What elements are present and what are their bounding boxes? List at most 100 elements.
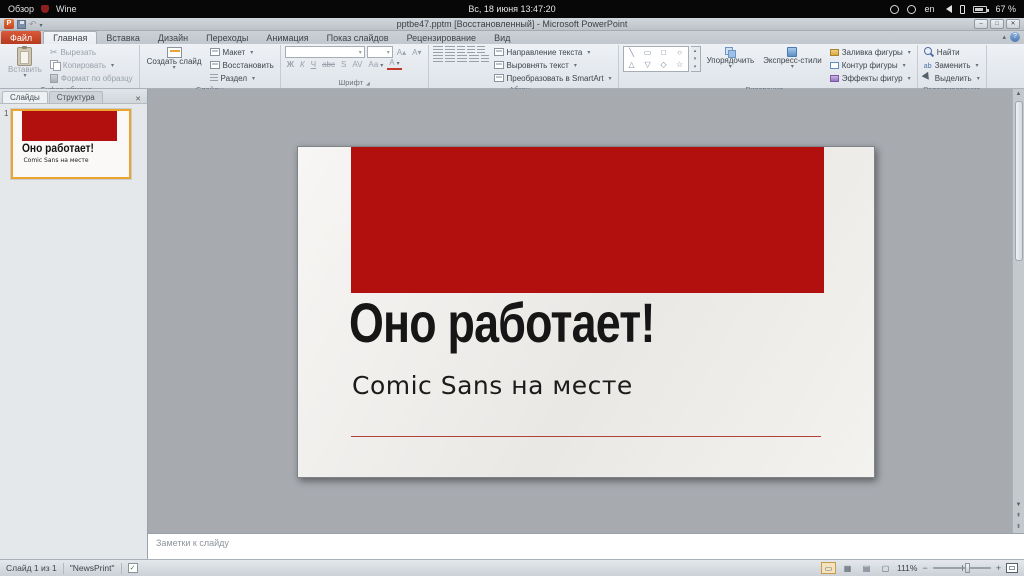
theme-name[interactable]: "NewsPrint" bbox=[70, 563, 115, 573]
shapes-more-icon[interactable] bbox=[694, 64, 697, 70]
minimize-button[interactable] bbox=[974, 19, 988, 29]
record-icon[interactable] bbox=[907, 5, 916, 14]
align-left-icon[interactable] bbox=[433, 55, 443, 63]
close-button[interactable] bbox=[1006, 19, 1020, 29]
maximize-button[interactable] bbox=[990, 19, 1004, 29]
shape-effects-button[interactable]: Эффекты фигур bbox=[828, 72, 913, 84]
bold-button[interactable]: Ж bbox=[285, 60, 296, 69]
scrollbar-thumb[interactable] bbox=[1015, 101, 1023, 261]
shape-rectangle-icon[interactable]: ▭ bbox=[640, 47, 656, 59]
save-icon[interactable] bbox=[17, 20, 26, 29]
shape-triangle-icon[interactable]: △ bbox=[624, 59, 640, 71]
screenshot-icon[interactable] bbox=[890, 5, 899, 14]
slide[interactable]: Оно работает! Comic Sans на месте bbox=[297, 146, 875, 478]
customize-toolbar-icon[interactable] bbox=[40, 19, 43, 29]
font-name-combobox[interactable] bbox=[285, 46, 365, 58]
shape-star-icon[interactable]: ☆ bbox=[672, 59, 688, 71]
copy-button[interactable]: Копировать bbox=[48, 59, 135, 71]
zoom-in-icon[interactable] bbox=[995, 563, 1002, 573]
spellcheck-icon[interactable] bbox=[128, 563, 138, 573]
shapes-scrollbar[interactable] bbox=[691, 46, 701, 72]
font-size-combobox[interactable] bbox=[367, 46, 393, 58]
align-center-icon[interactable] bbox=[445, 55, 455, 63]
tab-view[interactable]: Вид bbox=[485, 31, 519, 44]
slide-title[interactable]: Оно работает! bbox=[349, 293, 655, 353]
strikethrough-button[interactable]: abc bbox=[320, 60, 337, 69]
shrink-font-icon[interactable]: А▾ bbox=[410, 48, 423, 57]
shape-square-icon[interactable]: □ bbox=[656, 47, 672, 59]
slide-canvas[interactable]: Оно работает! Comic Sans на месте bbox=[148, 89, 1024, 533]
scroll-up-icon[interactable] bbox=[1013, 89, 1024, 100]
shape-triangle-down-icon[interactable]: ▽ bbox=[640, 59, 656, 71]
font-dialog-launcher-icon[interactable] bbox=[366, 78, 370, 87]
text-direction-button[interactable]: Направление текста bbox=[492, 46, 614, 58]
line-spacing-icon[interactable] bbox=[477, 46, 485, 54]
slide-subtitle[interactable]: Comic Sans на месте bbox=[352, 371, 633, 400]
tab-outline[interactable]: Структура bbox=[49, 91, 103, 103]
numbering-icon[interactable] bbox=[445, 46, 455, 54]
keyboard-layout-indicator[interactable]: en bbox=[924, 4, 934, 14]
bullets-icon[interactable] bbox=[433, 46, 443, 54]
reading-view-button[interactable] bbox=[859, 562, 874, 574]
shape-line-icon[interactable]: ╲ bbox=[624, 47, 640, 59]
convert-smartart-button[interactable]: Преобразовать в SmartArt bbox=[492, 72, 614, 84]
replace-button[interactable]: Заменить bbox=[922, 59, 982, 71]
change-case-button[interactable]: Аа bbox=[366, 60, 385, 69]
scroll-down-icon[interactable] bbox=[1013, 500, 1024, 511]
tab-home[interactable]: Главная bbox=[43, 31, 97, 44]
wine-app-menu[interactable]: Wine bbox=[56, 4, 77, 14]
tab-slideshow[interactable]: Показ слайдов bbox=[318, 31, 398, 44]
volume-icon[interactable] bbox=[942, 5, 952, 13]
decrease-indent-icon[interactable] bbox=[457, 46, 465, 54]
columns-icon[interactable] bbox=[481, 55, 489, 63]
shape-diamond-icon[interactable]: ◇ bbox=[656, 59, 672, 71]
overview-menu[interactable]: Обзор bbox=[8, 4, 34, 14]
tab-review[interactable]: Рецензирование bbox=[398, 31, 486, 44]
grow-font-icon[interactable]: А▴ bbox=[395, 48, 408, 57]
slide-banner-shape[interactable] bbox=[351, 147, 824, 293]
fit-to-window-icon[interactable] bbox=[1006, 563, 1018, 573]
tab-animations[interactable]: Анимация bbox=[257, 31, 317, 44]
notes-pane[interactable]: Заметки к слайду bbox=[148, 533, 1024, 559]
underline-button[interactable]: Ч bbox=[309, 60, 318, 69]
text-shadow-button[interactable]: S bbox=[339, 60, 348, 69]
shape-circle-icon[interactable]: ○ bbox=[672, 47, 688, 59]
phone-icon[interactable] bbox=[960, 5, 965, 14]
find-button[interactable]: Найти bbox=[922, 46, 982, 58]
shapes-gallery[interactable]: ╲ ▭ □ ○ △ ▽ ◇ ☆ bbox=[623, 46, 689, 72]
slide-thumbnail[interactable]: Оно работает! Comic Sans на месте bbox=[11, 109, 131, 179]
help-icon[interactable] bbox=[1010, 32, 1020, 42]
arrange-button[interactable]: Упорядочить bbox=[704, 46, 758, 72]
tab-transitions[interactable]: Переходы bbox=[197, 31, 257, 44]
format-painter-button[interactable]: Формат по образцу bbox=[48, 72, 135, 84]
shape-outline-button[interactable]: Контур фигуры bbox=[828, 59, 913, 71]
zoom-slider[interactable] bbox=[933, 567, 991, 569]
clock[interactable]: Вс, 18 июня 13:47:20 bbox=[468, 4, 555, 14]
zoom-out-icon[interactable] bbox=[921, 563, 928, 573]
tab-file[interactable]: Файл bbox=[1, 31, 41, 44]
layout-button[interactable]: Макет bbox=[208, 46, 276, 58]
select-button[interactable]: Выделить bbox=[922, 72, 982, 84]
tab-slides-thumbnails[interactable]: Слайды bbox=[2, 91, 48, 103]
previous-slide-icon[interactable] bbox=[1013, 511, 1024, 522]
window-titlebar[interactable]: pptbe47.pptm [Восстановленный] - Microso… bbox=[0, 18, 1024, 31]
paste-button[interactable]: Вставить bbox=[5, 46, 45, 81]
tab-design[interactable]: Дизайн bbox=[149, 31, 197, 44]
zoom-slider-thumb[interactable] bbox=[965, 563, 970, 573]
undo-icon[interactable] bbox=[29, 19, 37, 29]
italic-button[interactable]: К bbox=[298, 60, 307, 69]
section-button[interactable]: Раздел bbox=[208, 72, 276, 84]
shape-fill-button[interactable]: Заливка фигуры bbox=[828, 46, 913, 58]
tab-insert[interactable]: Вставка bbox=[97, 31, 148, 44]
quick-styles-button[interactable]: Экспресс-стили bbox=[760, 46, 825, 72]
increase-indent-icon[interactable] bbox=[467, 46, 475, 54]
collapse-ribbon-icon[interactable] bbox=[1002, 33, 1006, 41]
next-slide-icon[interactable] bbox=[1013, 522, 1024, 533]
character-spacing-button[interactable]: AV bbox=[350, 60, 364, 69]
font-color-button[interactable]: А bbox=[387, 59, 401, 70]
normal-view-button[interactable] bbox=[821, 562, 836, 574]
vertical-scrollbar[interactable] bbox=[1012, 89, 1024, 533]
justify-icon[interactable] bbox=[469, 55, 479, 63]
zoom-percent[interactable]: 111% bbox=[897, 563, 917, 573]
powerpoint-icon[interactable] bbox=[4, 19, 14, 29]
